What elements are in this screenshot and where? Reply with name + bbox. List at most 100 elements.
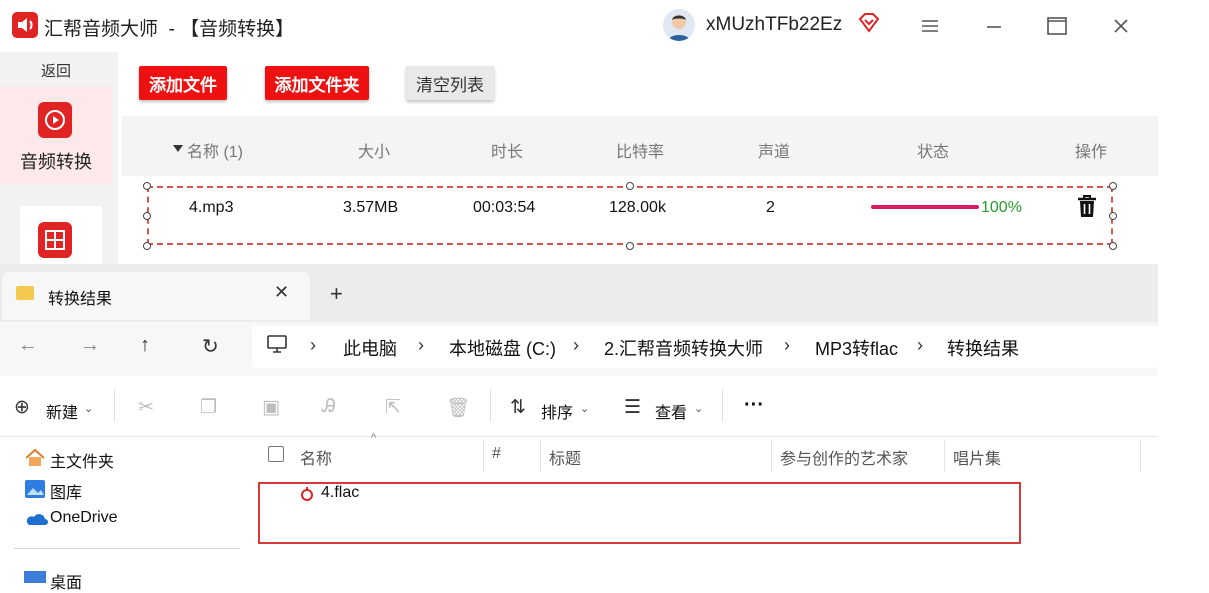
column-separator[interactable] [771, 440, 772, 472]
file-duration: 00:03:54 [473, 199, 536, 216]
menu-icon[interactable] [918, 14, 942, 38]
breadcrumb-item[interactable]: 此电脑 [343, 335, 397, 361]
new-plus-icon[interactable]: ⊕ [14, 396, 30, 419]
view-icon[interactable]: ☰ [624, 396, 641, 419]
file-column-header [258, 437, 1158, 473]
nav-item-home[interactable]: 主文件夹 [50, 448, 114, 472]
username: xMUzhTFb22Ez [706, 14, 843, 35]
sidebar-item-label: 音频转换 [20, 152, 92, 172]
breadcrumb-item[interactable]: 2.汇帮音频转换大师 [604, 335, 763, 361]
share-icon[interactable]: ⇱ [385, 396, 401, 419]
nav-item-desktop[interactable]: 桌面 [50, 569, 82, 593]
selection-handle [1109, 242, 1117, 250]
sort-icon[interactable]: ⇅ [510, 396, 526, 419]
column-name[interactable]: 名称 (1) [187, 138, 243, 162]
minimize-icon[interactable] [982, 14, 1006, 38]
divider [14, 548, 240, 549]
nav-item-onedrive[interactable]: OneDrive [50, 509, 118, 527]
up-arrow-icon[interactable]: ↑ [140, 334, 150, 357]
close-icon[interactable] [1109, 14, 1133, 38]
add-file-button[interactable]: 添加文件 [139, 66, 227, 100]
new-tab-icon[interactable]: + [330, 281, 343, 307]
user-avatar[interactable] [663, 9, 695, 41]
vip-diamond-icon[interactable] [857, 12, 881, 39]
selection-handle [143, 182, 151, 190]
column-action: 操作 [1075, 144, 1108, 161]
tab-label: 转换结果 [48, 291, 113, 308]
file-channels: 2 [766, 199, 775, 216]
divider [490, 390, 491, 422]
sort-desc-icon[interactable] [172, 141, 184, 159]
clear-list-button[interactable]: 清空列表 [406, 66, 494, 100]
audio-file-icon [300, 486, 314, 505]
column-bitrate: 比特率 [616, 144, 665, 161]
paste-icon[interactable]: ▣ [262, 396, 280, 419]
desktop-icon [24, 571, 46, 583]
gallery-icon [24, 479, 46, 504]
chevron-right-icon: › [310, 335, 316, 355]
command-bar [0, 376, 1158, 437]
selection-handle [1109, 182, 1117, 190]
column-status: 状态 [917, 144, 950, 161]
column-number[interactable]: # [492, 445, 501, 463]
rename-icon[interactable]: Ꭿ [322, 396, 336, 418]
back-button[interactable]: 返回 [0, 60, 112, 81]
chevron-right-icon: › [784, 335, 790, 355]
highlight-box [258, 482, 1021, 544]
chevron-right-icon: › [917, 335, 923, 355]
breadcrumb-item[interactable]: MP3转flac [815, 335, 898, 361]
column-separator[interactable] [944, 440, 945, 472]
chevron-right-icon: › [418, 335, 424, 355]
selection-handle [143, 212, 151, 220]
column-separator[interactable] [1140, 440, 1141, 472]
column-size: 大小 [358, 144, 391, 161]
chevron-down-icon: ⌄ [84, 403, 94, 415]
selection-handle [626, 242, 634, 250]
column-album[interactable]: 唱片集 [953, 445, 1001, 469]
column-separator[interactable] [483, 440, 484, 472]
more-button[interactable]: ··· [744, 394, 764, 417]
add-folder-button[interactable]: 添加文件夹 [265, 66, 369, 100]
cut-icon[interactable]: ✂ [138, 396, 154, 419]
breadcrumb-item[interactable]: 转换结果 [947, 335, 1019, 361]
folder-icon [16, 286, 34, 300]
app-logo-icon [12, 12, 38, 38]
sort-button[interactable]: 排序 [541, 399, 573, 423]
select-all-checkbox[interactable] [268, 446, 284, 462]
selection-handle [143, 242, 151, 250]
divider [114, 390, 115, 422]
divider [722, 390, 723, 422]
forward-arrow-icon[interactable]: → [80, 334, 100, 357]
maximize-icon[interactable] [1045, 14, 1069, 38]
back-arrow-icon[interactable]: ← [18, 334, 38, 357]
column-channels: 声道 [758, 144, 791, 161]
progress-bar [871, 205, 979, 209]
selection-handle [626, 182, 634, 190]
nav-item-gallery[interactable]: 图库 [50, 479, 82, 503]
view-button[interactable]: 查看 [655, 399, 687, 423]
column-separator[interactable] [540, 440, 541, 472]
computer-icon [266, 334, 288, 359]
file-bitrate: 128.00k [609, 199, 666, 216]
audio-cut-icon [38, 222, 72, 258]
column-title[interactable]: 标题 [549, 445, 581, 469]
breadcrumb-item[interactable]: 本地磁盘 (C:) [449, 335, 556, 361]
chevron-down-icon: ⌄ [694, 403, 704, 415]
new-button[interactable]: 新建 [46, 399, 78, 423]
file-size: 3.57MB [343, 199, 399, 216]
delete-icon[interactable] [1076, 194, 1098, 223]
onedrive-icon [24, 512, 48, 531]
delete-icon[interactable]: 🗑 [446, 396, 470, 420]
chevron-down-icon: ⌄ [580, 403, 590, 415]
chevron-right-icon: › [573, 335, 579, 355]
selection-handle [1109, 212, 1117, 220]
app-title: 汇帮音频大师 - 【音频转换】 [44, 19, 295, 40]
refresh-icon[interactable]: ↻ [202, 334, 219, 359]
column-artist[interactable]: 参与创作的艺术家 [780, 445, 908, 469]
file-name: 4.mp3 [189, 199, 234, 216]
copy-icon[interactable]: ❐ [200, 396, 217, 419]
tab-close-icon[interactable]: ✕ [274, 282, 289, 303]
column-file-name[interactable]: 名称 [300, 445, 332, 469]
file-item-name[interactable]: 4.flac [321, 484, 359, 502]
progress-text: 100% [981, 199, 1022, 216]
